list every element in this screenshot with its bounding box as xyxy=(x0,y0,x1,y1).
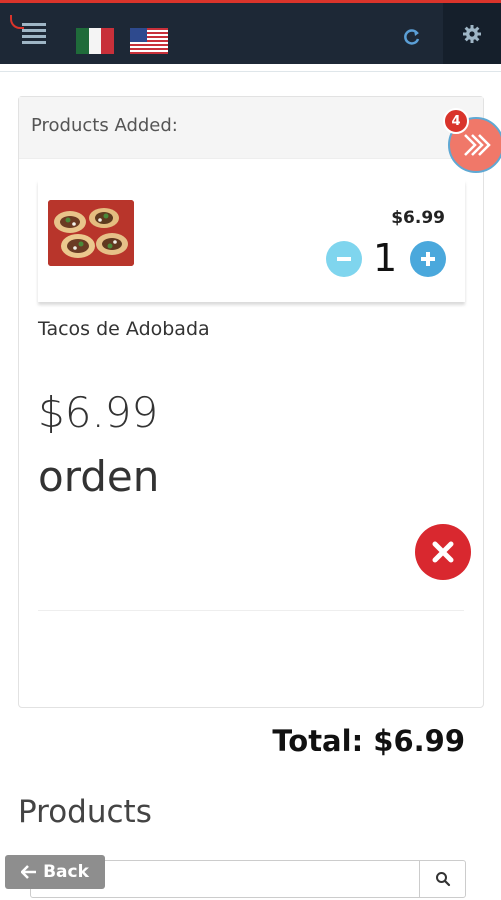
close-icon xyxy=(432,541,454,563)
header-divider xyxy=(0,64,501,72)
usa-flag-icon[interactable] xyxy=(130,28,168,54)
arrow-left-icon xyxy=(21,865,37,879)
increase-quantity-button[interactable] xyxy=(410,241,446,277)
flag-canton xyxy=(130,28,147,42)
item-price: $6.99 xyxy=(38,388,159,437)
search-icon xyxy=(435,872,450,887)
search-button[interactable] xyxy=(419,860,466,898)
tacos-image xyxy=(48,200,134,266)
item-unit-price: $6.99 xyxy=(391,208,445,228)
item-quantity: 1 xyxy=(373,236,398,280)
menu-icon xyxy=(22,23,46,26)
menu-button[interactable] xyxy=(10,15,50,53)
plus-icon xyxy=(421,252,435,266)
settings-button[interactable] xyxy=(443,3,501,64)
refresh-icon xyxy=(404,29,420,45)
menu-icon-bar xyxy=(22,29,46,32)
gear-icon xyxy=(463,24,481,43)
cart-count-badge: 4 xyxy=(443,108,469,134)
item-unit: orden xyxy=(38,452,160,501)
flag-stripe-green xyxy=(76,28,89,54)
cart-total: Total: $6.99 xyxy=(272,724,465,758)
menu-accent-arc xyxy=(10,15,24,29)
products-heading: Products xyxy=(18,794,152,830)
menu-icon-bar xyxy=(22,41,46,44)
item-divider xyxy=(38,610,464,611)
item-thumbnail xyxy=(48,200,134,266)
decrease-quantity-button[interactable] xyxy=(326,241,362,277)
flag-stripe-red xyxy=(101,28,115,54)
remove-item-button[interactable] xyxy=(415,524,471,580)
minus-icon xyxy=(337,257,351,261)
refresh-button[interactable] xyxy=(394,19,430,55)
item-name: Tacos de Adobada xyxy=(38,318,210,340)
double-chevron-right-icon xyxy=(464,134,491,156)
top-navbar xyxy=(0,0,501,64)
cart-item-card: $6.99 1 xyxy=(38,180,465,302)
flag-stripe-white xyxy=(88,28,102,54)
cart-title: Products Added: xyxy=(31,115,178,136)
cart-header: Products Added: xyxy=(19,97,483,159)
menu-icon-bar xyxy=(22,35,46,38)
mexico-flag-icon[interactable] xyxy=(76,28,115,54)
back-button[interactable]: Back xyxy=(5,855,105,889)
back-label: Back xyxy=(43,862,89,882)
